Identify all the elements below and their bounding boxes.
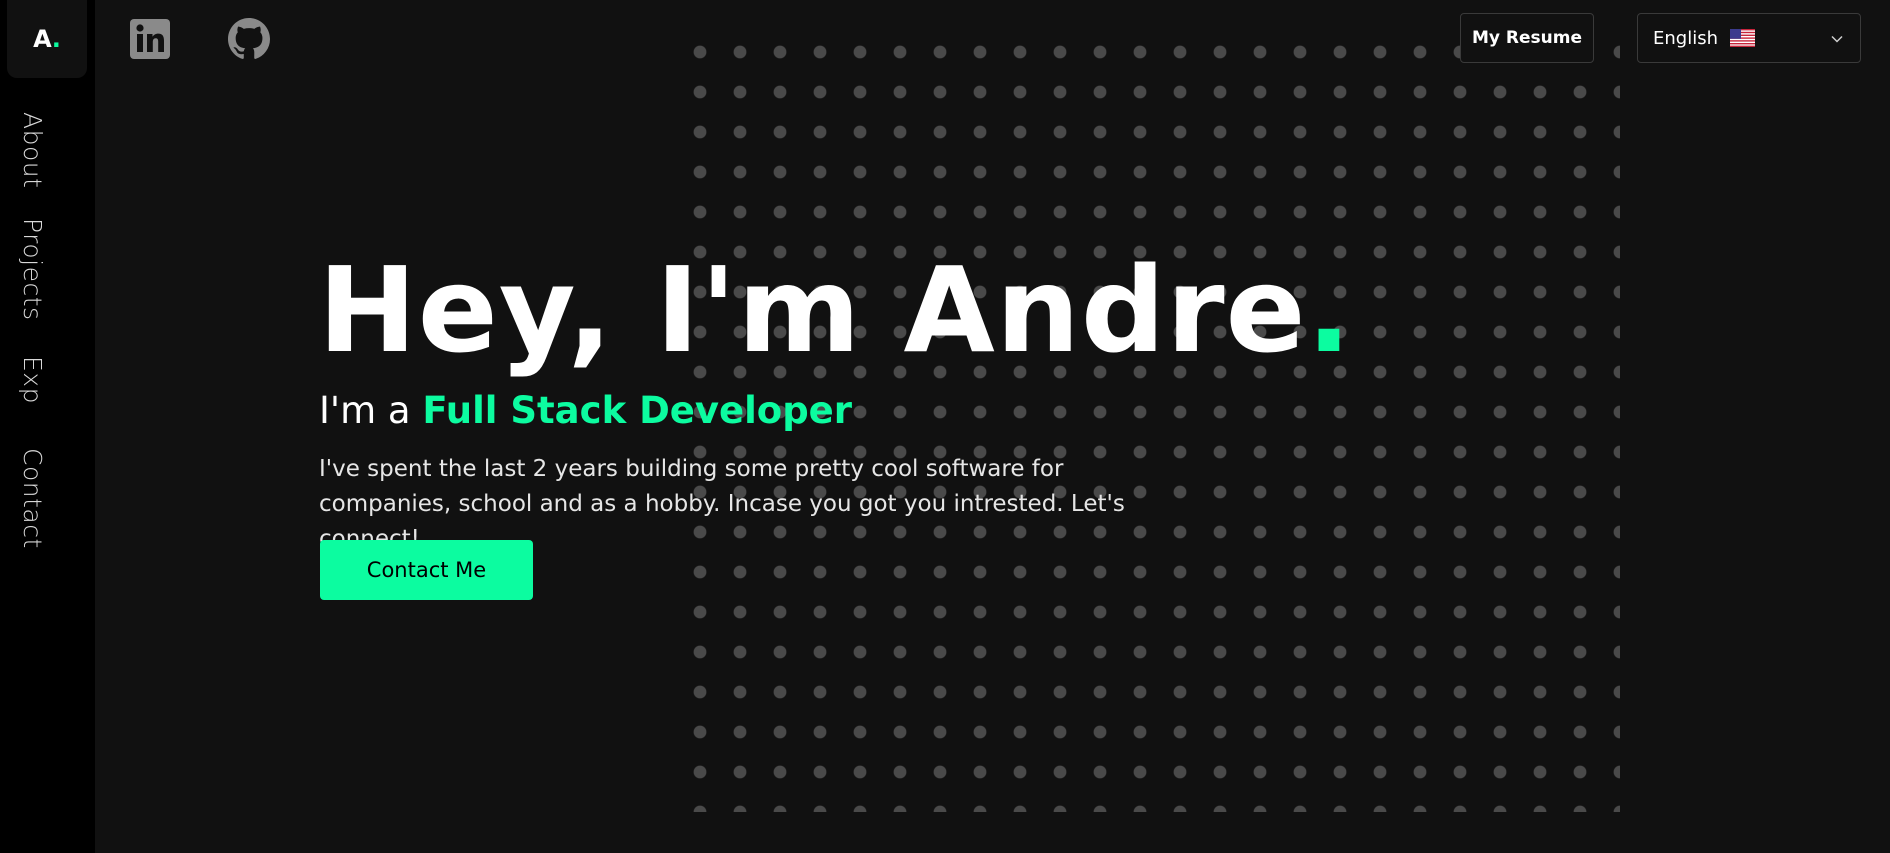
hero-title-dot: . [1306,241,1353,379]
us-flag-icon [1730,29,1755,47]
sidebar-item-about[interactable]: About [18,112,47,188]
sidebar: A. About Projects Exp Contact [0,0,95,853]
chevron-down-icon [1830,31,1844,45]
hero-subtitle: I'm a Full Stack Developer [319,386,852,436]
language-select[interactable]: English [1637,13,1861,63]
sidebar-item-exp[interactable]: Exp [18,356,47,404]
sidebar-item-projects[interactable]: Projects [18,218,47,321]
language-label: English [1653,27,1718,49]
logo[interactable]: A. [7,0,87,78]
logo-dot: . [51,25,61,53]
github-icon[interactable] [228,18,270,60]
hero-subtitle-prefix: I'm a [319,389,423,432]
linkedin-icon[interactable] [129,18,171,60]
resume-button[interactable]: My Resume [1460,13,1594,63]
sidebar-item-contact[interactable]: Contact [18,448,47,549]
contact-me-button[interactable]: Contact Me [320,540,533,600]
hero-title: Hey, I'm Andre. [318,245,1352,375]
logo-letter: A [33,25,52,53]
hero-title-text: Hey, I'm Andre [318,241,1307,379]
hero-role: Full Stack Developer [422,389,853,432]
